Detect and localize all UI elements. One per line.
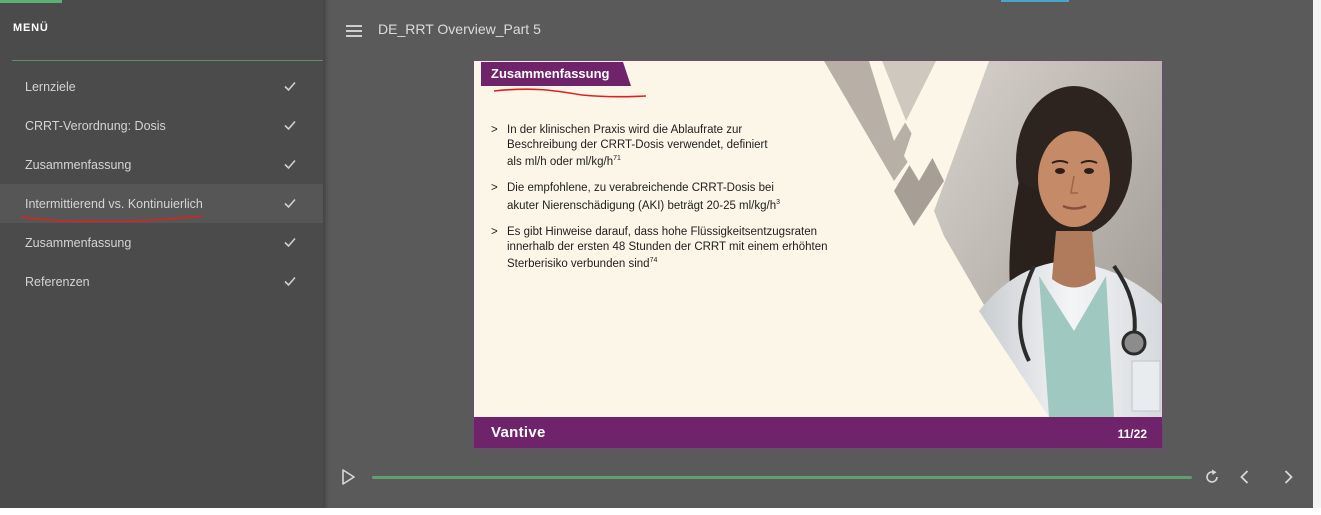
chevron-left-icon[interactable]	[1237, 469, 1253, 485]
checkmark-icon	[284, 159, 296, 170]
menu-list: Lernziele CRRT-Verordnung: Dosis Zusamme…	[0, 67, 323, 301]
replay-icon[interactable]	[1204, 469, 1220, 485]
sidebar-shadow	[323, 0, 329, 508]
checkmark-icon	[284, 198, 296, 209]
menu-item-lernziele[interactable]: Lernziele	[0, 67, 323, 106]
hamburger-icon[interactable]	[346, 25, 362, 37]
menu-item-label: Referenzen	[25, 274, 90, 289]
course-title: DE_RRT Overview_Part 5	[378, 21, 541, 37]
menu-item-label: Intermittierend vs. Kontinuierlich	[25, 196, 203, 211]
red-underline-annotation	[493, 88, 647, 98]
window-scrollbar[interactable]	[1313, 0, 1321, 508]
menu-item-label: Zusammenfassung	[25, 157, 132, 172]
reference-superscript: 3	[776, 198, 781, 206]
menu-divider	[12, 60, 323, 61]
menu-item-label: Lernziele	[25, 79, 76, 94]
menu-item-intermittierend[interactable]: Intermittierend vs. Kontinuierlich	[0, 184, 323, 223]
chevron-right-icon[interactable]	[1280, 469, 1296, 485]
brand-logo: Vantive	[491, 424, 546, 441]
progress-bar[interactable]	[372, 476, 1192, 479]
checkmark-icon	[284, 120, 296, 131]
reference-superscript: 71	[613, 155, 621, 162]
menu-item-referenzen[interactable]: Referenzen	[0, 262, 323, 301]
main-accent-bar	[1001, 0, 1069, 2]
bullet-item: Es gibt Hinweise darauf, dass hohe Flüss…	[491, 225, 871, 271]
menu-item-label: Zusammenfassung	[25, 235, 132, 250]
menu-item-label: CRRT-Verordnung: Dosis	[25, 118, 166, 133]
menu-title: MENÜ	[13, 22, 49, 34]
checkmark-icon	[284, 237, 296, 248]
bullet-list: In der klinischen Praxis wird die Ablauf…	[491, 123, 871, 283]
menu-item-crrt-verordnung[interactable]: CRRT-Verordnung: Dosis	[0, 106, 323, 145]
slide-heading: Zusammenfassung	[491, 66, 610, 81]
bullet-item: Die empfohlene, zu verabreichende CRRT-D…	[491, 181, 871, 213]
player-main: DE_RRT Overview_Part 5 Zusammenfassung >…	[323, 0, 1313, 508]
menu-item-zusammenfassung-2[interactable]: Zusammenfassung	[0, 223, 323, 262]
slide-footer: Vantive 11/22	[474, 417, 1162, 448]
checkmark-icon	[284, 81, 296, 92]
reference-superscript: 74	[649, 257, 658, 265]
checkmark-icon	[284, 276, 296, 287]
menu-item-zusammenfassung-1[interactable]: Zusammenfassung	[0, 145, 323, 184]
play-icon[interactable]	[340, 469, 356, 485]
sidebar-menu: MENÜ Lernziele CRRT-Verordnung: Dosis Zu…	[0, 0, 323, 508]
sidebar-accent-bar	[0, 0, 62, 3]
slide: Zusammenfassung In der klinischen Praxis…	[473, 60, 1163, 449]
page-counter: 11/22	[1117, 427, 1147, 441]
bullet-item: In der klinischen Praxis wird die Ablauf…	[491, 123, 871, 169]
